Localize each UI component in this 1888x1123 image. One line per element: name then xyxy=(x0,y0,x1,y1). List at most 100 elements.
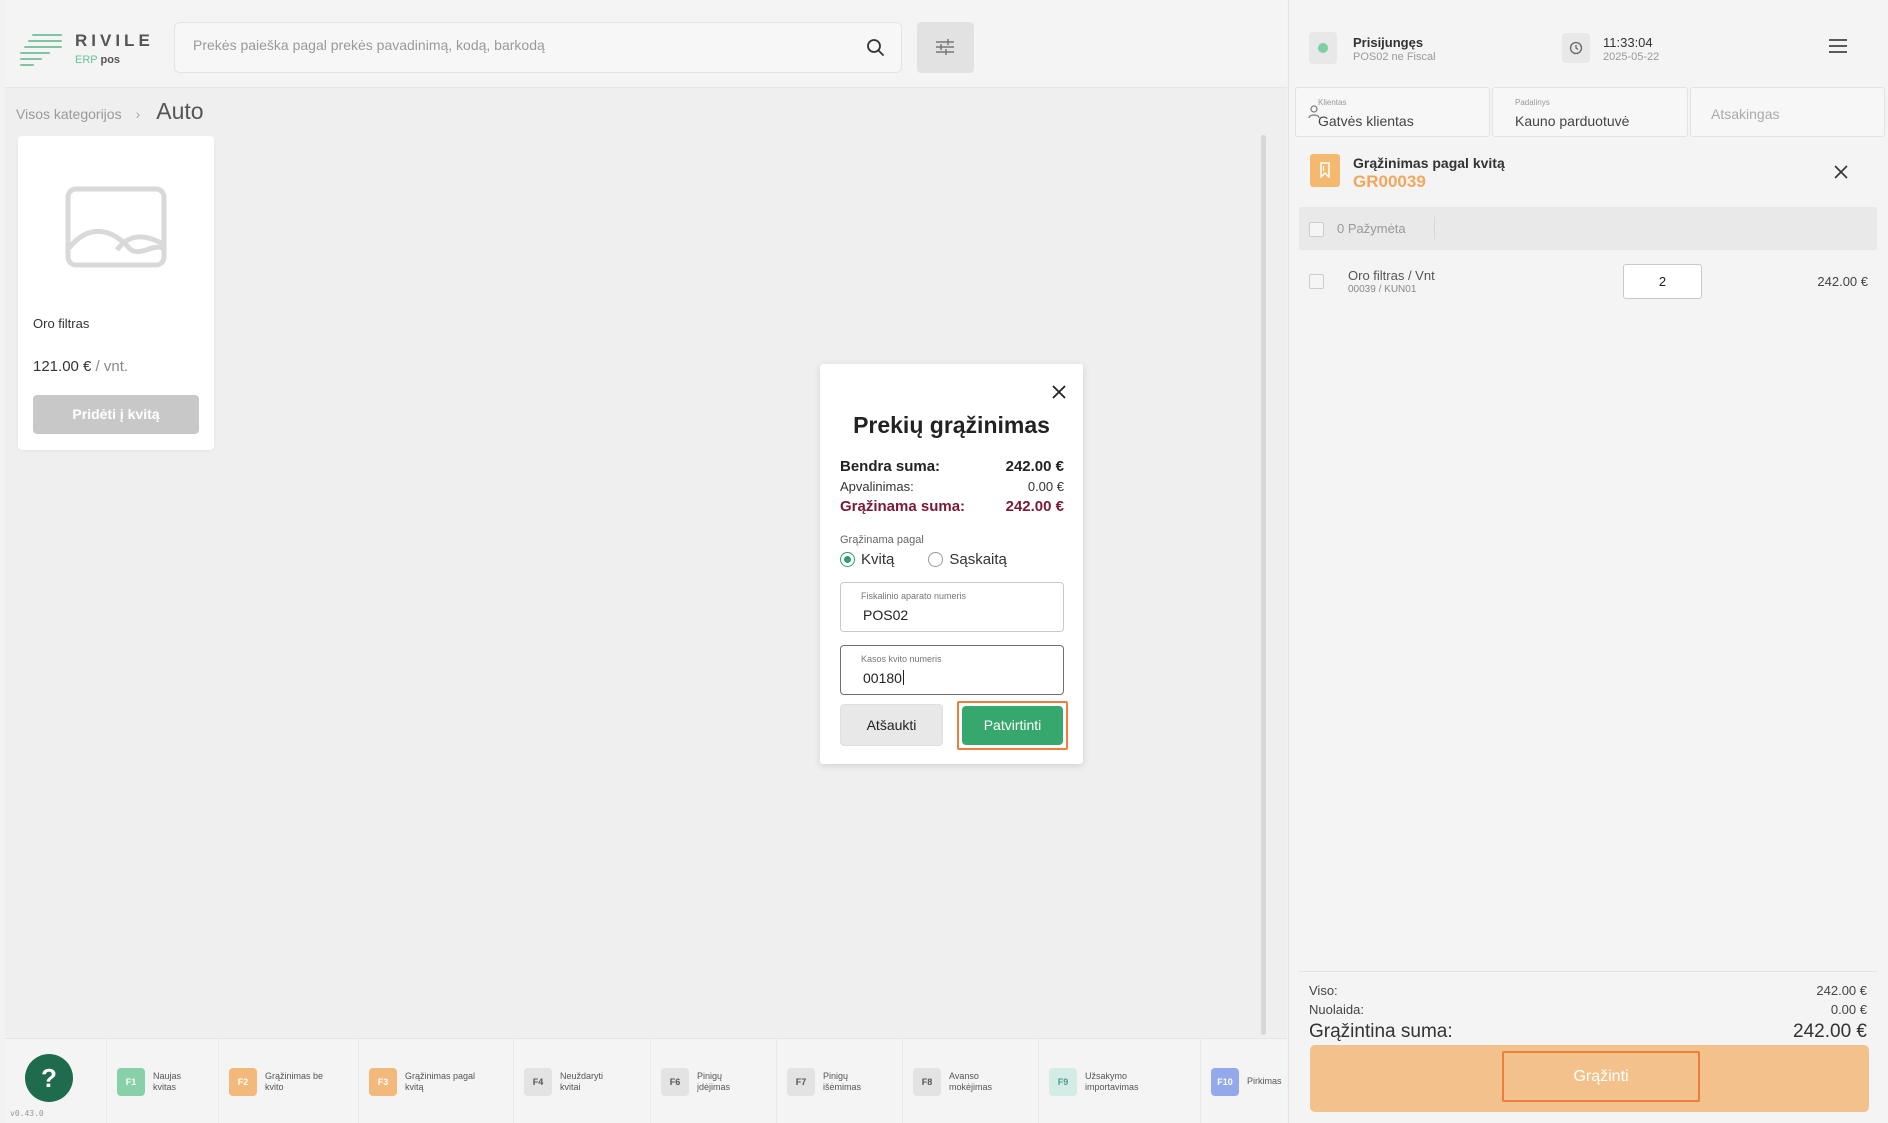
fiscal-number-label: Fiskalinio aparato numeris xyxy=(861,591,967,601)
fkey-label: Pinigų išėmimas xyxy=(823,1070,862,1092)
discount-value: 0.00 € xyxy=(1830,1002,1867,1017)
fkey-advance-payment[interactable]: F8 Avanso mokėjimas xyxy=(902,1039,1038,1123)
selection-bar: 0 Pažymėta xyxy=(1299,207,1877,250)
confirm-button-highlight: Patvirtinti xyxy=(957,701,1068,750)
breadcrumb-root[interactable]: Visos kategorijos xyxy=(16,106,122,122)
clock-date: 2025-05-22 xyxy=(1603,51,1660,63)
breadcrumb-separator: › xyxy=(135,106,141,122)
logo: RIVILE ERP pos xyxy=(20,30,160,70)
total-row: Viso: 242.00 € xyxy=(1309,983,1867,998)
hamburger-menu-icon[interactable] xyxy=(1828,38,1848,54)
status-title: Prisijungęs xyxy=(1353,35,1424,50)
department-selector[interactable]: Padalinys Kauno parduotuvė xyxy=(1492,87,1688,137)
fkey-label: Naujas kvitas xyxy=(153,1070,182,1092)
image-placeholder-icon xyxy=(65,186,167,268)
fkey-badge: F4 xyxy=(524,1067,552,1096)
department-value: Kauno parduotuvė xyxy=(1515,113,1630,129)
close-icon[interactable] xyxy=(1051,384,1067,400)
vertical-scrollbar[interactable] xyxy=(1261,135,1266,1035)
modal-title: Prekių grąžinimas xyxy=(853,412,1050,438)
logo-subtitle: ERP pos xyxy=(75,54,120,66)
text-caret xyxy=(902,670,904,685)
receipt-header: Prisijungęs POS02 ne Fiscal 11:33:04 202… xyxy=(1289,0,1888,86)
responsible-selector[interactable]: Atsakingas xyxy=(1690,87,1885,137)
selected-count: 0 Pažymėta xyxy=(1337,221,1406,236)
fkey-return-by-receipt[interactable]: F3 Grąžinimas pagal kvitą xyxy=(358,1039,513,1123)
logo-erp: ERP xyxy=(75,54,98,66)
fkey-badge: F6 xyxy=(661,1067,689,1096)
receipt-number-label: Kasos kvito numeris xyxy=(861,654,942,664)
receipt-number-input[interactable]: 00180 xyxy=(863,670,904,686)
receipt-line: Oro filtras / Vnt 00039 / KUN01 2 242.00… xyxy=(1299,262,1877,302)
radio-invoice[interactable] xyxy=(928,552,944,567)
confirm-button[interactable]: Patvirtinti xyxy=(962,706,1063,745)
app-version: v0.43.0 xyxy=(10,1109,44,1118)
line-code: 00039 / KUN01 xyxy=(1348,284,1417,295)
fkey-label: Neuždaryti kvitai xyxy=(560,1070,604,1092)
radio-receipt[interactable] xyxy=(840,552,855,567)
search-input[interactable] xyxy=(193,37,833,53)
select-all-checkbox[interactable] xyxy=(1309,222,1324,237)
discount-label: Nuolaida: xyxy=(1309,1002,1364,1017)
return-by-options: Kvitą Sąskaitą xyxy=(840,551,1007,568)
online-status-icon xyxy=(1309,32,1337,64)
radio-invoice-label[interactable]: Sąskaitą xyxy=(949,551,1007,568)
fkey-label: Grąžinimas pagal kvitą xyxy=(405,1070,476,1092)
close-icon[interactable] xyxy=(1833,164,1849,180)
fkey-purchase[interactable]: F10 Pirkimas xyxy=(1200,1039,1286,1123)
top-bar: RIVILE ERP pos xyxy=(5,0,1287,88)
department-label: Padalinys xyxy=(1515,98,1550,107)
return-modal: Prekių grąžinimas Bendra suma: 242.00 € … xyxy=(820,364,1083,764)
responsible-placeholder: Atsakingas xyxy=(1711,106,1780,122)
help-area: ? v0.43.0 xyxy=(5,1039,106,1123)
fkey-label: Užsakymo importavimas xyxy=(1085,1070,1139,1092)
return-doc-title: Grąžinimas pagal kvitą xyxy=(1353,155,1505,171)
return-sum-value: 242.00 € xyxy=(1005,498,1064,515)
return-total-row: Grąžintina suma: 242.00 € xyxy=(1309,1021,1867,1043)
return-sum-label: Grąžinama suma: xyxy=(840,498,966,515)
line-checkbox[interactable] xyxy=(1309,274,1324,289)
receipt-number-field[interactable]: Kasos kvito numeris 00180 xyxy=(840,645,1064,695)
fkey-badge: F10 xyxy=(1211,1067,1239,1096)
return-doc-number: GR00039 xyxy=(1353,172,1426,191)
fkey-new-receipt[interactable]: F1 Naujas kvitas xyxy=(106,1039,218,1123)
receipt-pane: Prisijungęs POS02 ne Fiscal 11:33:04 202… xyxy=(1288,0,1888,1123)
total-value: 242.00 € xyxy=(1005,458,1064,475)
return-button-area[interactable]: Grąžinti xyxy=(1310,1045,1869,1112)
status-subtitle: POS02 ne Fiscal xyxy=(1353,51,1436,63)
filter-button[interactable] xyxy=(917,22,974,73)
quantity-input[interactable]: 2 xyxy=(1623,264,1702,299)
product-price: 121.00 € xyxy=(33,358,92,375)
client-label: Klientas xyxy=(1318,98,1347,107)
fiscal-number-value[interactable]: POS02 xyxy=(863,607,908,623)
return-total-label: Grąžintina suma: xyxy=(1309,1021,1453,1042)
fkey-badge: F8 xyxy=(913,1067,941,1096)
fkey-label: Grąžinimas be kvito xyxy=(265,1070,324,1092)
fkey-return-without-receipt[interactable]: F2 Grąžinimas be kvito xyxy=(218,1039,358,1123)
fkey-order-import[interactable]: F9 Užsakymo importavimas xyxy=(1038,1039,1200,1123)
total-label: Viso: xyxy=(1309,983,1338,998)
cancel-button[interactable]: Atšaukti xyxy=(840,704,943,746)
total-value: 242.00 € xyxy=(1816,983,1867,998)
radio-receipt-label[interactable]: Kvitą xyxy=(861,551,894,568)
return-sum-row: Grąžinama suma: 242.00 € xyxy=(840,498,1064,515)
fkey-open-receipts[interactable]: F4 Neuždaryti kvitai xyxy=(513,1039,650,1123)
client-selector[interactable]: Klientas Gatvės klientas xyxy=(1295,87,1490,137)
question-icon[interactable]: ? xyxy=(25,1054,73,1102)
fkey-cash-in[interactable]: F6 Pinigų įdėjimas xyxy=(650,1039,776,1123)
logo-lines-icon xyxy=(20,30,62,66)
search-icon[interactable] xyxy=(865,37,887,59)
product-card[interactable]: Oro filtras 121.00 € / vnt. Pridėti į kv… xyxy=(18,136,214,450)
return-button[interactable]: Grąžinti xyxy=(1502,1051,1700,1102)
line-name: Oro filtras / Vnt xyxy=(1348,268,1435,283)
divider xyxy=(1299,971,1877,972)
add-to-receipt-button[interactable]: Pridėti į kvitą xyxy=(33,395,199,434)
fiscal-number-field[interactable]: Fiskalinio aparato numeris POS02 xyxy=(840,582,1064,632)
product-search[interactable] xyxy=(174,22,902,73)
rounding-row: Apvalinimas: 0.00 € xyxy=(840,479,1064,494)
return-by-label: Grąžinama pagal xyxy=(840,534,924,546)
return-total-value: 242.00 € xyxy=(1793,1021,1867,1042)
client-value: Gatvės klientas xyxy=(1318,113,1414,129)
fkey-cash-out[interactable]: F7 Pinigų išėmimas xyxy=(776,1039,902,1123)
discount-row: Nuolaida: 0.00 € xyxy=(1309,1002,1867,1017)
